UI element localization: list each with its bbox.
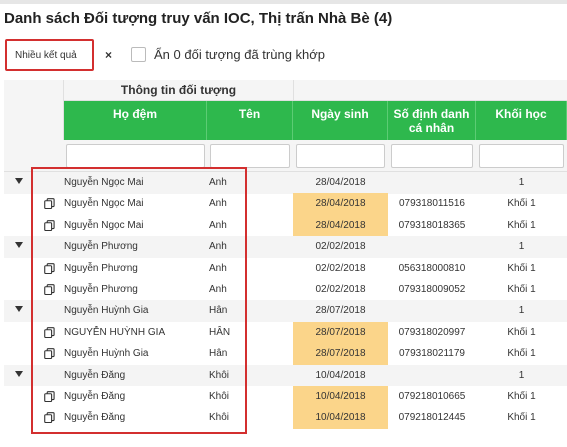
hide-matched-label: Ẩn 0 đối tượng đã trùng khớp <box>154 47 326 62</box>
cell-ngay-sinh: 28/04/2018 <box>293 214 388 237</box>
annotation-highlight-box <box>31 167 247 434</box>
column-header-ten[interactable]: Tên <box>207 101 293 140</box>
expand-arrow-icon[interactable] <box>15 242 23 249</box>
result-filter-value: Nhiều kết quả <box>15 50 77 61</box>
cell-ngay-sinh: 02/02/2018 <box>315 262 366 274</box>
column-header-so-dinh-danh[interactable]: Số định danh cá nhân <box>388 101 476 140</box>
clear-filter-button[interactable]: × <box>105 48 112 62</box>
column-header-khoi-hoc[interactable]: Khối học <box>476 101 567 140</box>
cell-so-dinh-danh: 079218012445 <box>398 412 466 424</box>
cell-ngay-sinh: 28/04/2018 <box>315 177 366 188</box>
cell-khoi-hoc: 1 <box>518 369 525 381</box>
filter-input-so-dinh-danh[interactable] <box>391 144 473 168</box>
expand-arrow-icon[interactable] <box>15 370 23 377</box>
cell-so-dinh-danh <box>388 300 476 322</box>
cell-khoi-hoc: Khối 1 <box>507 412 536 424</box>
cell-ngay-sinh: 10/04/2018 <box>293 407 388 429</box>
cell-khoi-hoc: Khối 1 <box>507 198 536 210</box>
grid-corner <box>4 80 64 140</box>
cell-so-dinh-danh: 079318009052 <box>398 284 466 295</box>
filter-input-ngay-sinh[interactable] <box>296 144 385 168</box>
cell-so-dinh-danh <box>388 236 476 258</box>
cell-ngay-sinh: 02/02/2018 <box>315 284 366 295</box>
cell-ngay-sinh: 02/02/2018 <box>315 241 366 253</box>
column-header-ho-dem[interactable]: Họ đệm <box>64 101 207 140</box>
cell-khoi-hoc: Khối 1 <box>507 219 536 231</box>
cell-ngay-sinh: 28/07/2018 <box>293 321 388 344</box>
cell-khoi-hoc: 1 <box>518 241 525 253</box>
cell-khoi-hoc: Khối 1 <box>507 326 536 338</box>
cell-ngay-sinh: 10/04/2018 <box>293 386 388 408</box>
cell-ngay-sinh: 10/04/2018 <box>315 369 366 381</box>
cell-so-dinh-danh: 079318018365 <box>398 219 466 231</box>
cell-khoi-hoc: Khối 1 <box>507 391 536 402</box>
cell-so-dinh-danh: 079218010665 <box>398 391 466 402</box>
filter-input-ho-dem[interactable] <box>66 144 205 168</box>
filter-input-ten[interactable] <box>210 144 290 168</box>
hide-matched-checkbox[interactable] <box>131 47 146 62</box>
cell-khoi-hoc: 1 <box>518 177 525 188</box>
cell-ngay-sinh: 28/07/2018 <box>315 305 366 317</box>
cell-ngay-sinh: 28/07/2018 <box>293 343 388 365</box>
cell-khoi-hoc: 1 <box>518 305 525 317</box>
cell-so-dinh-danh: 079318011516 <box>399 198 465 210</box>
cell-khoi-hoc: Khối 1 <box>507 284 536 295</box>
group-header: Thông tin đối tượng <box>64 80 293 101</box>
column-header-ngay-sinh[interactable]: Ngày sinh <box>293 101 388 140</box>
cell-so-dinh-danh <box>388 365 476 387</box>
result-filter-select[interactable]: Nhiều kết quả <box>5 39 94 71</box>
cell-so-dinh-danh: 056318000810 <box>398 262 466 274</box>
expand-arrow-icon[interactable] <box>15 306 23 313</box>
filter-input-khoi-hoc[interactable] <box>479 144 564 168</box>
page-title: Danh sách Đối tượng truy vấn IOC, Thị tr… <box>4 10 393 27</box>
cell-so-dinh-danh: 079318021179 <box>399 348 465 360</box>
cell-ngay-sinh: 28/04/2018 <box>293 193 388 215</box>
cell-so-dinh-danh: 079318020997 <box>398 326 466 338</box>
cell-khoi-hoc: Khối 1 <box>507 348 536 360</box>
expand-arrow-icon[interactable] <box>15 178 23 184</box>
cell-so-dinh-danh <box>388 172 476 194</box>
group-header-rest <box>293 80 567 101</box>
top-divider <box>0 0 567 4</box>
cell-khoi-hoc: Khối 1 <box>507 262 536 274</box>
